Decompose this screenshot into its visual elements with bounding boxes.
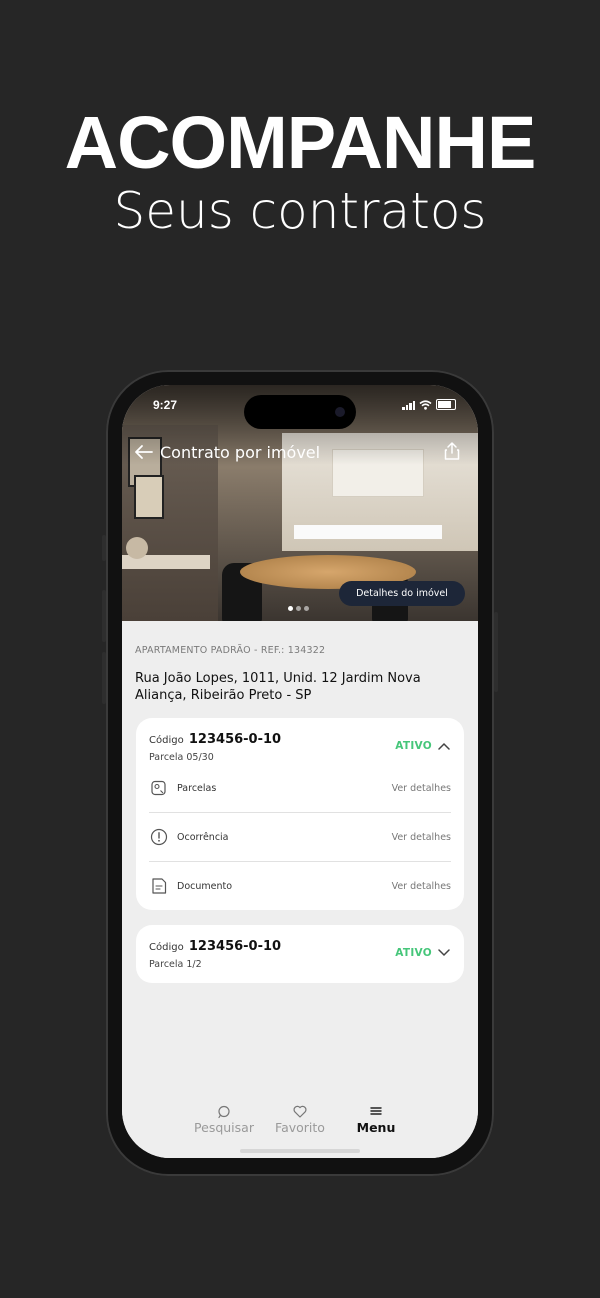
property-address: Rua João Lopes, 1011, Unid. 12 Jardim No… (135, 671, 421, 703)
carousel-dots[interactable] (288, 606, 309, 611)
promo-headline: ACOMPANHE (64, 101, 537, 184)
view-details-link[interactable]: Ver detalhes (392, 783, 451, 794)
heart-icon (293, 1105, 307, 1118)
phone-volume-up (102, 590, 106, 642)
installments-icon (149, 778, 169, 798)
contract-status-toggle[interactable]: ATIVO (395, 947, 450, 959)
carousel-dot[interactable] (296, 606, 301, 611)
contract-item-parcelas[interactable]: Parcelas Ver detalhes (149, 768, 451, 808)
tab-favorito[interactable]: Favorito (260, 1105, 340, 1135)
back-arrow-icon[interactable] (134, 444, 154, 460)
front-camera (335, 407, 345, 417)
document-icon (149, 876, 169, 896)
phone-volume-down (102, 652, 106, 704)
item-label: Ocorrência (177, 831, 229, 843)
phone-mute-switch (102, 535, 106, 561)
divider (149, 861, 451, 862)
property-ref: APARTAMENTO PADRÃO - REF.: 134322 (135, 645, 326, 656)
battery-icon (436, 399, 456, 410)
status-badge: ATIVO (395, 740, 432, 752)
status-icons (402, 399, 456, 410)
signal-icon (402, 400, 415, 410)
contract-status-toggle[interactable]: ATIVO (395, 740, 450, 752)
tab-menu[interactable]: Menu (336, 1105, 416, 1135)
code-label: Código (149, 735, 184, 746)
view-details-link[interactable]: Ver detalhes (392, 881, 451, 892)
carousel-dot[interactable] (304, 606, 309, 611)
alert-icon (149, 827, 169, 847)
item-label: Documento (177, 880, 233, 892)
app-screen: 9:27 Contrato por imóvel Detalhes do imó… (122, 385, 478, 1158)
tab-label: Favorito (275, 1120, 325, 1135)
wifi-icon (419, 399, 432, 410)
promo-subline: Seus contratos (113, 182, 487, 240)
item-label: Parcelas (177, 782, 217, 794)
chevron-up-icon[interactable] (438, 742, 450, 750)
contract-parcela: Parcela 05/30 (149, 752, 214, 763)
share-icon[interactable] (442, 441, 462, 461)
menu-icon (370, 1107, 382, 1115)
contract-code: Código 123456-0-10 (149, 732, 281, 747)
chevron-down-icon[interactable] (438, 949, 450, 957)
status-time: 9:27 (153, 398, 178, 412)
code-value: 123456-0-10 (188, 939, 282, 954)
tab-label: Pesquisar (194, 1120, 254, 1135)
home-indicator[interactable] (240, 1149, 360, 1153)
contract-item-documento[interactable]: Documento Ver detalhes (149, 866, 451, 906)
view-details-link[interactable]: Ver detalhes (392, 832, 451, 843)
property-photo[interactable]: 9:27 Contrato por imóvel Detalhes do imó… (122, 385, 478, 621)
contract-code: Código 123456-0-10 (149, 939, 281, 954)
tab-label: Menu (356, 1120, 396, 1135)
carousel-dot[interactable] (288, 606, 293, 611)
divider (149, 812, 451, 813)
property-details-button[interactable]: Detalhes do imóvel (339, 581, 465, 606)
contract-card[interactable]: Código 123456-0-10 Parcela 05/30 ATIVO P… (136, 718, 464, 910)
page-title: Contrato por imóvel (160, 442, 321, 462)
search-icon (218, 1105, 230, 1119)
nav-bar: Contrato por imóvel (134, 441, 466, 463)
contract-card[interactable]: Código 123456-0-10 Parcela 1/2 ATIVO (136, 925, 464, 983)
tab-bar: Pesquisar Favorito Menu (122, 1085, 478, 1158)
contract-parcela: Parcela 1/2 (149, 959, 202, 970)
tab-pesquisar[interactable]: Pesquisar (184, 1105, 264, 1135)
wall-picture (134, 475, 164, 519)
contract-item-ocorrencia[interactable]: Ocorrência Ver detalhes (149, 817, 451, 857)
status-badge: ATIVO (395, 947, 432, 959)
code-value: 123456-0-10 (188, 732, 282, 747)
phone-power-button (494, 612, 498, 692)
code-label: Código (149, 942, 184, 953)
